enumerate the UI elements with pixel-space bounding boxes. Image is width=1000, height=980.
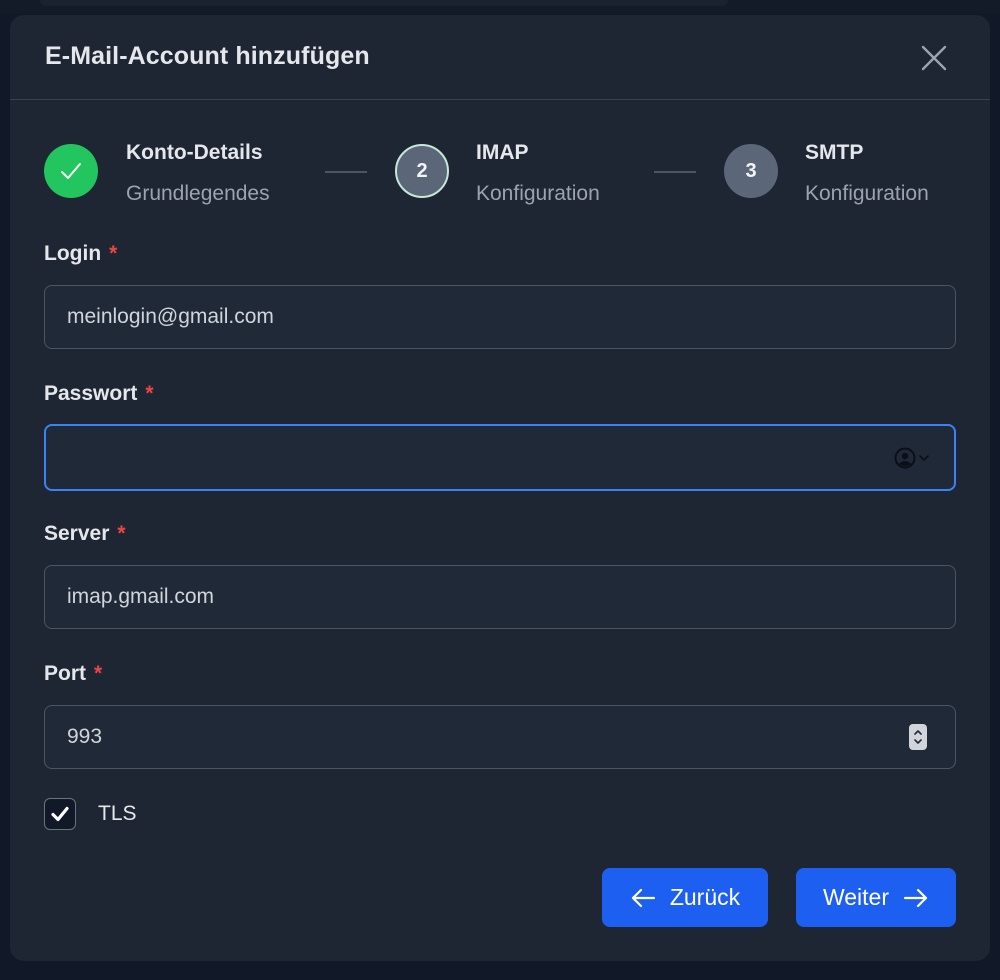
port-input[interactable]: 993 — [44, 705, 956, 769]
login-label-text: Login — [44, 242, 102, 265]
close-button[interactable] — [917, 41, 951, 75]
step-3-number: 3 — [745, 159, 757, 182]
login-input-value: meinlogin@gmail.com — [67, 305, 274, 328]
back-button[interactable]: Zurück — [602, 868, 768, 927]
wizard-stepper: Konto-Details Grundlegendes 2 IMAP Konfi… — [44, 141, 964, 221]
required-marker: * — [94, 662, 103, 685]
login-label: Login * — [44, 242, 117, 266]
checkmark-icon — [51, 806, 69, 822]
step-2-indicator: 2 — [395, 144, 449, 198]
tls-row: TLS — [44, 797, 137, 831]
dialog-title: E-Mail-Account hinzufügen — [45, 42, 370, 70]
next-button[interactable]: Weiter — [796, 868, 956, 927]
required-marker: * — [145, 382, 154, 405]
step-2-number: 2 — [416, 159, 428, 182]
required-marker: * — [109, 242, 118, 265]
tls-label: TLS — [98, 802, 137, 825]
step-1-title: Konto-Details — [126, 141, 263, 164]
background-panel-edge — [40, 0, 728, 6]
step-separator — [325, 171, 367, 173]
port-label-text: Port — [44, 662, 86, 685]
arrow-left-icon — [631, 888, 655, 907]
step-separator — [654, 171, 696, 173]
password-manager-button[interactable] — [894, 447, 930, 469]
port-input-value: 993 — [67, 725, 103, 748]
password-input[interactable] — [44, 424, 956, 491]
port-label: Port * — [44, 662, 102, 686]
step-3-title: SMTP — [805, 141, 864, 164]
server-input-value: imap.gmail.com — [67, 585, 215, 608]
arrow-right-icon — [903, 888, 928, 907]
required-marker: * — [117, 522, 126, 545]
step-2-subtitle: Konfiguration — [476, 182, 600, 205]
back-button-label: Zurück — [669, 884, 741, 910]
step-2-title: IMAP — [476, 141, 529, 164]
step-3-indicator: 3 — [724, 144, 778, 198]
password-manager-icon — [894, 447, 916, 468]
next-button-label: Weiter — [822, 884, 890, 910]
add-email-account-dialog: E-Mail-Account hinzufügen Konto-Details … — [10, 15, 990, 961]
step-1-indicator — [44, 144, 98, 198]
check-icon — [61, 163, 81, 179]
number-stepper-icon — [914, 730, 922, 744]
chevron-down-icon — [919, 454, 929, 461]
server-input[interactable]: imap.gmail.com — [44, 565, 956, 629]
step-1-subtitle: Grundlegendes — [126, 182, 270, 205]
dialog-header: E-Mail-Account hinzufügen — [10, 15, 990, 100]
step-3-subtitle: Konfiguration — [805, 182, 929, 205]
close-icon — [921, 45, 947, 71]
background-page — [0, 0, 1000, 14]
server-label: Server * — [44, 522, 126, 546]
password-label: Passwort * — [44, 382, 154, 406]
password-label-text: Passwort — [44, 382, 138, 405]
tls-checkbox[interactable] — [44, 798, 76, 830]
port-stepper[interactable] — [909, 724, 927, 750]
login-input[interactable]: meinlogin@gmail.com — [44, 285, 956, 349]
server-label-text: Server — [44, 522, 110, 545]
